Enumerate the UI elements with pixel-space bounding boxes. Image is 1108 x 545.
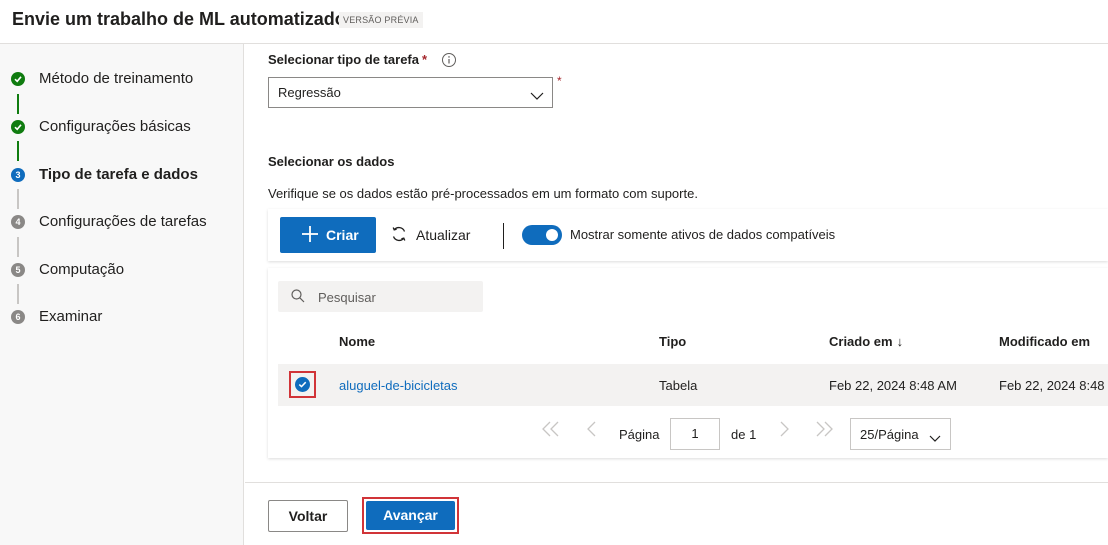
step-review[interactable]: 6 Examinar [0,305,240,329]
step-number-badge: 5 [11,263,25,277]
main-panel: Selecionar tipo de tarefa * Regressão * S… [245,44,1108,482]
preview-badge: VERSÃO PRÉVIA [339,12,423,28]
step-number-badge: 6 [11,310,25,324]
checkmark-circle-icon [295,377,310,392]
row-modified: Feb 22, 2024 8:48 [999,378,1105,393]
wizard-steps: Método de treinamento Configurações bási… [0,44,244,545]
row-created: Feb 22, 2024 8:48 AM [829,378,957,393]
chevron-down-icon [530,88,544,104]
step-connector [17,94,19,114]
page-size-dropdown[interactable]: 25/Página [850,418,951,450]
column-header-type[interactable]: Tipo [659,334,686,349]
search-box[interactable] [278,281,483,312]
table-row[interactable]: aluguel-de-bicicletas Tabela Feb 22, 202… [278,364,1108,406]
column-header-created[interactable]: Criado em ↓ [829,334,903,349]
next-button[interactable]: Avançar [366,501,455,530]
step-connector [17,284,19,304]
step-connector [17,237,19,257]
task-type-value: Regressão [278,85,341,100]
step-compute[interactable]: 5 Computação [0,258,240,282]
step-connector [17,141,19,161]
refresh-button[interactable]: Atualizar [390,217,480,253]
toggle-knob [546,229,558,241]
refresh-icon [390,225,408,246]
select-data-title: Selecionar os dados [268,154,395,169]
wizard-footer: Voltar Avançar [245,482,1108,545]
row-name-link[interactable]: aluguel-de-bicicletas [339,378,458,393]
back-button[interactable]: Voltar [268,500,348,532]
step-label: Tipo de tarefa e dados [39,166,198,183]
create-button[interactable]: Criar [280,217,376,253]
step-task-settings[interactable]: 4 Configurações de tarefas [0,210,240,234]
column-header-created-label: Criado em [829,334,893,349]
page-header: Envie um trabalho de ML automatizado VER… [0,0,1108,44]
sort-descending-icon: ↓ [896,334,904,349]
step-label: Examinar [39,308,103,325]
step-label: Configurações básicas [39,118,191,135]
refresh-button-label: Atualizar [416,227,471,243]
task-type-label: Selecionar tipo de tarefa * [268,52,428,67]
info-icon[interactable] [441,52,457,71]
page-size-value: 25/Página [860,427,919,442]
required-mark: * [422,52,428,67]
step-basic-settings[interactable]: Configurações básicas [0,115,240,139]
row-select-checkbox[interactable] [289,371,316,398]
step-number-badge: 3 [11,168,25,182]
step-number-badge: 4 [11,215,25,229]
check-icon [11,120,25,134]
row-type: Tabela [659,378,698,393]
step-label: Computação [39,261,125,278]
search-input[interactable] [318,287,478,307]
next-button-highlight: Avançar [362,497,459,534]
data-assets-grid: Nome Tipo Criado em↓ Modificado em alugu… [268,268,1108,458]
compatible-assets-toggle[interactable] [522,225,562,245]
page-count-label: de 1 [731,427,757,442]
step-connector [17,189,19,209]
previous-page-icon[interactable] [586,420,598,441]
step-label: Método de treinamento [39,70,194,87]
step-label: Configurações de tarefas [39,213,207,230]
task-type-dropdown[interactable]: Regressão [268,77,553,108]
last-page-icon[interactable] [814,420,834,441]
step-training-method[interactable]: Método de treinamento [0,67,240,91]
create-button-label: Criar [326,227,359,243]
page-title: Envie um trabalho de ML automatizado [12,9,346,29]
select-data-description: Verifique se os dados estão pré-processa… [268,186,698,201]
page-number-input[interactable]: 1 [670,418,720,450]
chevron-down-icon [929,430,941,446]
page-label: Página [619,427,660,442]
toolbar-divider [503,223,504,249]
search-icon [291,289,305,306]
column-header-modified[interactable]: Modificado em [999,334,1090,349]
first-page-icon[interactable] [541,420,561,441]
compatible-assets-toggle-label: Mostrar somente ativos de dados compatív… [570,227,836,242]
data-toolbar: Criar Atualizar Mostrar somente ativos d… [268,209,1108,261]
plus-icon [301,225,319,246]
required-mark: * [557,74,562,88]
check-icon [11,72,25,86]
step-task-type-and-data[interactable]: 3 Tipo de tarefa e dados [0,163,240,187]
column-header-name[interactable]: Nome [339,334,375,349]
next-page-icon[interactable] [778,420,790,441]
